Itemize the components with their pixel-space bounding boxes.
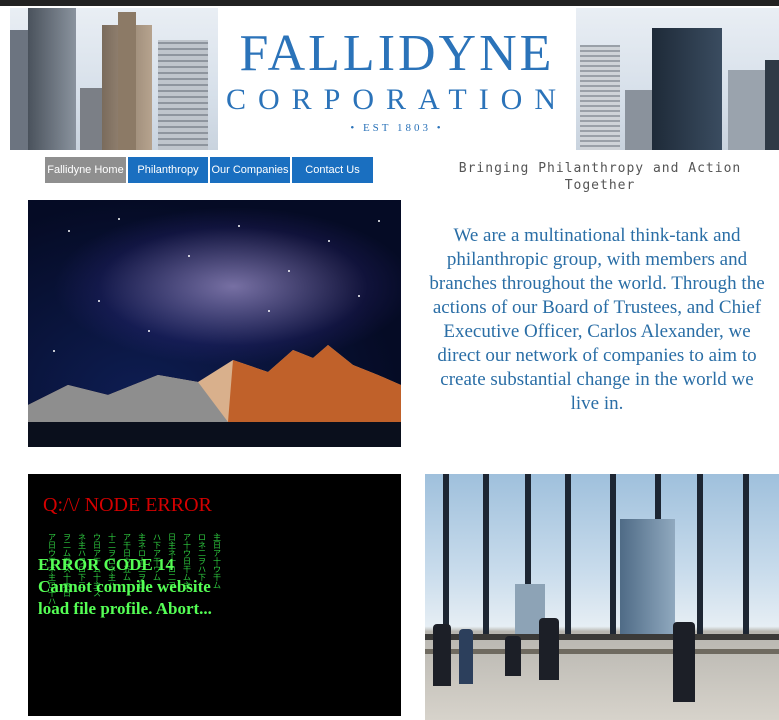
header-banner: FALLIDYNE CORPORATION • EST 1803 •: [10, 8, 779, 150]
top-bar: [0, 0, 779, 6]
company-logo[interactable]: FALLIDYNE CORPORATION • EST 1803 •: [218, 8, 576, 150]
nav-home[interactable]: Fallidyne Home: [45, 157, 126, 183]
main-nav: Fallidyne Home Philanthropy Our Companie…: [45, 157, 373, 183]
tagline: Bringing Philanthropy and Action Togethe…: [458, 161, 742, 193]
mountain-silhouette: [28, 345, 401, 447]
logo-title: FALLIDYNE: [239, 25, 555, 82]
error-message: ERROR CODE 14 Cannot compile website loa…: [38, 555, 212, 618]
logo-established: • EST 1803 •: [350, 122, 444, 134]
nav-contact-us[interactable]: Contact Us: [292, 157, 373, 183]
logo-subtitle: CORPORATION: [225, 83, 569, 116]
intro-paragraph: We are a multinational think-tank and ph…: [429, 225, 765, 414]
nav-our-companies[interactable]: Our Companies: [210, 157, 290, 183]
galaxy-mountain-photo: [28, 200, 401, 447]
error-title: Q:/\/ NODE ERROR: [43, 494, 212, 516]
nav-philanthropy[interactable]: Philanthropy: [128, 157, 208, 183]
error-terminal-graphic: ア日ウ干ネ主ロ十ハ ヲ二ム五ス十木日 ネ主ハヲロ下二 ウ日ア干ム十主ス 十二ヲロ…: [28, 474, 401, 716]
office-window-photo: [425, 474, 779, 720]
